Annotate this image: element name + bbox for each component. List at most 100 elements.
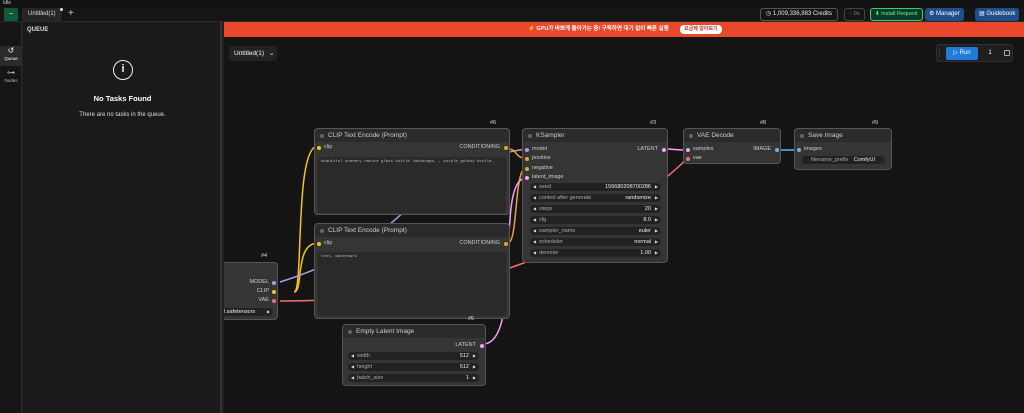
input-latent-label: latent_image xyxy=(532,174,564,180)
output-latent-label: LATENT xyxy=(455,342,476,348)
input-model-label: model xyxy=(532,146,547,152)
node-id-clip1: #6 xyxy=(490,120,497,126)
denoise-widget[interactable]: ◀ denoise 1.00 ▶ xyxy=(530,249,661,257)
input-positive-port[interactable] xyxy=(525,157,529,161)
sidebar-item-label: Nodes xyxy=(4,78,18,83)
node-id-vae: #8 xyxy=(760,120,767,126)
output-latent-port[interactable] xyxy=(662,148,666,152)
arrow-left-icon: ◀ xyxy=(533,217,537,222)
width-widget[interactable]: ◀ width 512 ▶ xyxy=(348,352,479,360)
output-vae-port[interactable] xyxy=(272,299,276,303)
output-clip-port[interactable] xyxy=(272,290,276,294)
input-clip-port[interactable] xyxy=(317,146,321,150)
clip-text-encode-positive-node[interactable]: CLIP Text Encode (Prompt) clip CONDITION… xyxy=(314,128,510,215)
arrow-left-icon: ◀ xyxy=(533,195,537,200)
ksampler-node[interactable]: KSampler model positive negative latent_… xyxy=(522,128,668,263)
arrow-right-icon: ▶ xyxy=(472,364,476,369)
node-id-checkpoint: #4 xyxy=(261,253,268,259)
window-titlebar: Idle xyxy=(0,0,1024,7)
tab-untitled[interactable]: Untitled(1) xyxy=(22,8,63,21)
seed-widget[interactable]: ◀ seed 156680208700286 ▶ xyxy=(530,183,661,191)
output-clip-label: CLIP xyxy=(256,288,269,294)
tab-label: Untitled(1) xyxy=(28,11,56,17)
arrow-right-icon: ▶ xyxy=(654,228,658,233)
checkpoint-loader-node[interactable]: MODEL CLIP VAE l.safetensors ▶ xyxy=(224,262,278,320)
input-clip-label: clip xyxy=(324,144,333,150)
nodes-icon: ⊶ xyxy=(7,68,15,77)
new-tab-button[interactable]: + xyxy=(68,8,78,21)
input-negative-port[interactable] xyxy=(525,167,529,171)
arrow-left-icon: ◀ xyxy=(533,239,537,244)
output-image-port[interactable] xyxy=(775,148,779,152)
arrow-left-icon: ◀ xyxy=(533,206,537,211)
queue-panel: QUEUE i No Tasks Found There are no task… xyxy=(23,22,222,413)
timer-badge: ◌ 0s xyxy=(844,8,865,21)
install-request-button[interactable]: ⬇ Install Request xyxy=(870,8,923,21)
arrow-right-icon: ▶ xyxy=(654,184,658,189)
credits-button[interactable]: ◷ 1,009,336,983 Credits xyxy=(760,8,838,21)
node-title: VAE Decode xyxy=(684,129,780,142)
history-icon: ↺ xyxy=(7,46,15,55)
arrow-left-icon: ◀ xyxy=(351,353,355,358)
timer-label: 0s xyxy=(853,11,860,17)
arrow-right-icon: ▶ xyxy=(654,217,658,222)
output-model-port[interactable] xyxy=(272,281,276,285)
steps-widget[interactable]: ◀ steps 20 ▶ xyxy=(530,205,661,213)
input-model-port[interactable] xyxy=(525,148,529,152)
scheduler-widget[interactable]: ◀ scheduler normal ▶ xyxy=(530,238,661,246)
ckpt-name-widget[interactable]: l.safetensors ▶ xyxy=(224,308,273,316)
filename-prefix-widget[interactable]: filename_prefix ComfyUI xyxy=(802,156,885,164)
input-images-label: images xyxy=(804,146,822,152)
arrow-right-icon: ▶ xyxy=(472,353,476,358)
graph-canvas[interactable]: Untitled(1) ⌄ ⁞ ⁞ ▷ Run 1 #4 MODEL CLIP VA… xyxy=(224,37,1024,413)
guidebook-label: Guidebook xyxy=(986,11,1016,17)
queue-title: QUEUE xyxy=(27,27,49,33)
clip-text-encode-negative-node[interactable]: CLIP Text Encode (Prompt) clip CONDITION… xyxy=(314,223,510,319)
output-conditioning-port[interactable] xyxy=(504,146,508,150)
arrow-left-icon: ◀ xyxy=(533,228,537,233)
manager-button[interactable]: ⚙ Manager xyxy=(925,8,964,21)
prompt-textarea[interactable]: beautiful scenery nature glass bottle la… xyxy=(318,157,506,213)
arrow-right-icon: ▶ xyxy=(472,375,476,380)
guidebook-button[interactable]: ▤ Guidebook xyxy=(975,8,1020,21)
install-request-label: Install Request xyxy=(881,11,918,17)
left-sidebar: ↺ Queue ⊶ Nodes xyxy=(0,22,22,413)
sampler-name-widget[interactable]: ◀ sampler_name euler ▶ xyxy=(530,227,661,235)
node-title: Empty Latent Image xyxy=(343,325,485,338)
input-latent-port[interactable] xyxy=(525,176,529,180)
node-title: Save Image xyxy=(795,129,891,142)
pricing-button[interactable]: 요금제 알아보기 xyxy=(680,25,722,34)
node-id-latent: #5 xyxy=(468,316,475,322)
batch-size-widget[interactable]: ◀ batch_size 1 ▶ xyxy=(348,374,479,382)
save-image-node[interactable]: Save Image images filename_prefix ComfyUI xyxy=(794,128,892,170)
sidebar-item-queue[interactable]: ↺ Queue xyxy=(0,46,22,66)
app-root: Idle ~ Untitled(1) + ◷ 1,009,336,983 Cre… xyxy=(0,0,1024,413)
node-title: CLIP Text Encode (Prompt) xyxy=(315,224,509,237)
output-conditioning-label: CONDITIONING xyxy=(459,240,500,246)
input-samples-port[interactable] xyxy=(686,148,690,152)
cfg-widget[interactable]: ◀ cfg 8.0 ▶ xyxy=(530,216,661,224)
input-positive-label: positive xyxy=(532,155,551,161)
output-latent-port[interactable] xyxy=(480,344,484,348)
arrow-right-icon: ▶ xyxy=(654,250,658,255)
vae-decode-node[interactable]: VAE Decode samples vae IMAGE xyxy=(683,128,781,164)
output-conditioning-port[interactable] xyxy=(504,242,508,246)
input-images-port[interactable] xyxy=(797,148,801,152)
empty-state-subtitle: There are no tasks in the queue. xyxy=(79,112,166,118)
empty-latent-image-node[interactable]: Empty Latent Image LATENT ◀ width 512 ▶ ◀ he… xyxy=(342,324,486,386)
input-negative-label: negative xyxy=(532,165,553,171)
height-widget[interactable]: ◀ height 512 ▶ xyxy=(348,363,479,371)
comfy-logo-icon[interactable]: ~ xyxy=(4,8,18,21)
input-vae-label: vae xyxy=(693,155,702,161)
input-vae-port[interactable] xyxy=(686,157,690,161)
input-clip-label: clip xyxy=(324,240,333,246)
arrow-right-icon: ▶ xyxy=(654,206,658,211)
prompt-textarea[interactable]: text, watermark xyxy=(318,252,506,316)
control-after-generate-widget[interactable]: ◀ control after generate randomize ▶ xyxy=(530,194,661,202)
output-latent-label: LATENT xyxy=(637,146,658,152)
input-clip-port[interactable] xyxy=(317,242,321,246)
node-title: KSampler xyxy=(523,129,667,142)
puzzle-icon: ⚙ xyxy=(929,11,937,17)
sidebar-item-nodes[interactable]: ⊶ Nodes xyxy=(0,68,22,88)
arrow-left-icon: ◀ xyxy=(351,375,355,380)
